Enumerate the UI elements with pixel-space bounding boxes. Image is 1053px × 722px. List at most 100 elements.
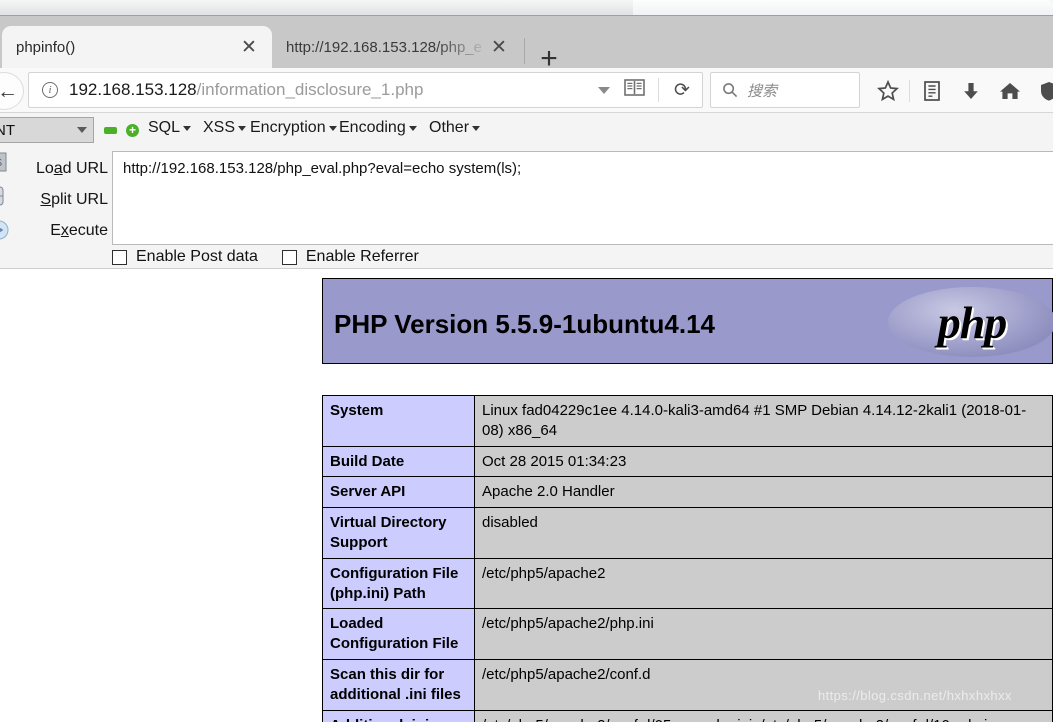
table-row: Build Date Oct 28 2015 01:34:23 [322, 445, 1053, 478]
download-icon[interactable] [951, 68, 990, 113]
checkbox-label: Enable Post data [136, 248, 258, 265]
star-icon[interactable] [868, 68, 907, 113]
table-value: disabled [474, 507, 1053, 559]
reload-icon[interactable]: ⟳ [662, 79, 702, 102]
php-version-title: PHP Version 5.5.9-1ubuntu4.14 [334, 309, 715, 339]
toolbar-divider [909, 79, 910, 102]
menu-encryption[interactable]: Encryption [250, 119, 337, 137]
menu-other[interactable]: Other [429, 119, 481, 137]
charset-select-value: NT [0, 121, 15, 139]
table-key: Additional .ini [322, 709, 475, 722]
enable-referrer-checkbox[interactable]: Enable Referrer [281, 248, 419, 266]
chevron-down-icon [328, 125, 337, 131]
url-path: /information_disclosure_1.php [196, 80, 424, 99]
menu-label: Encoding [339, 119, 406, 136]
table-key: Configuration File (php.ini) Path [322, 557, 475, 610]
chevron-down-icon [77, 127, 87, 133]
table-row: Loaded Configuration File /etc/php5/apac… [322, 608, 1053, 660]
table-key: System [322, 395, 475, 447]
url-host: 192.168.153.128 [69, 80, 197, 99]
hackbar-menu-row: NT + SQL XSS Encryption Encoding Other [0, 113, 1053, 147]
chevron-down-icon [472, 125, 481, 131]
menu-sql[interactable]: SQL [148, 119, 192, 137]
charset-select[interactable]: NT [0, 117, 94, 143]
close-icon[interactable]: ✕ [482, 30, 516, 64]
home-icon[interactable] [990, 68, 1029, 113]
phpinfo-table: System Linux fad04229c1ee 4.14.0-kali3-a… [322, 395, 1053, 722]
execute-button[interactable]: Ex ecute [14, 215, 114, 246]
php-logo-text: php [937, 296, 1008, 348]
table-key: Scan this dir for additional .ini files [322, 658, 475, 711]
tab-title: http://192.168.153.128/php_e [286, 38, 482, 56]
table-value: /etc/php5/apache2/conf.d/05-opcache.ini,… [474, 709, 1053, 722]
toolbar-icons [868, 68, 1053, 113]
table-row: Server API Apache 2.0 Handler [322, 476, 1053, 509]
phpinfo-banner: PHP Version 5.5.9-1ubuntu4.14 php [322, 278, 1053, 364]
table-value: /etc/php5/apache2/conf.d [474, 658, 1053, 711]
checkbox-box [112, 249, 127, 265]
table-key: Virtual Directory Support [322, 507, 475, 559]
reader-view-icon[interactable] [624, 78, 645, 102]
hackbar-toolbar: NT + SQL XSS Encryption Encoding Other L… [0, 113, 1053, 269]
library-icon[interactable] [912, 68, 951, 113]
address-bar-actions: ⟳ [598, 73, 702, 107]
chevron-down-icon [238, 125, 247, 131]
page-content: PHP Version 5.5.9-1ubuntu4.14 php System… [0, 269, 1053, 722]
address-bar-text: 192.168.153.128/information_disclosure_1… [69, 80, 423, 100]
tab-phpinfo[interactable]: phpinfo() ✕ [2, 26, 272, 69]
browser-window: phpinfo() ✕ http://192.168.153.128/php_e… [0, 0, 1053, 722]
shield-icon[interactable] [1029, 68, 1053, 113]
tab-title: phpinfo() [16, 38, 76, 56]
table-row: Configuration File (php.ini) Path /etc/p… [322, 557, 1053, 610]
menu-encoding[interactable]: Encoding [339, 119, 417, 137]
checkbox-box [281, 249, 297, 265]
load-url-icon[interactable]: S [0, 151, 10, 173]
plus-button[interactable]: + [126, 124, 139, 137]
table-value: /etc/php5/apache2/php.ini [474, 608, 1053, 660]
table-value: Apache 2.0 Handler [474, 476, 1053, 509]
php-logo: php [888, 287, 1053, 357]
chevron-down-icon[interactable] [598, 86, 610, 94]
table-key: Server API [322, 476, 475, 509]
enable-post-data-checkbox[interactable]: Enable Post data [112, 248, 258, 266]
close-icon[interactable]: ✕ [232, 30, 266, 64]
table-key: Build Date [322, 445, 475, 478]
window-titlebar [0, 0, 1053, 16]
search-bar[interactable]: 搜索 [710, 72, 860, 108]
menu-label: XSS [203, 119, 236, 136]
table-value: Oct 28 2015 01:34:23 [474, 445, 1053, 478]
tab-strip: phpinfo() ✕ http://192.168.153.128/php_e… [0, 16, 1053, 74]
titlebar-corner [633, 0, 1053, 15]
table-value: /etc/php5/apache2 [474, 557, 1053, 610]
tab-php-eval[interactable]: http://192.168.153.128/php_e ✕ [272, 26, 522, 68]
table-row: Scan this dir for additional .ini files … [322, 658, 1053, 711]
table-key: Loaded Configuration File [322, 608, 475, 660]
split-url-button[interactable]: Split URL [14, 184, 114, 215]
execute-icon[interactable] [0, 219, 10, 241]
menu-xss[interactable]: XSS [203, 119, 247, 137]
table-row: System Linux fad04229c1ee 4.14.0-kali3-a… [322, 395, 1053, 447]
minus-button[interactable] [104, 127, 117, 134]
navigation-toolbar: ← i 192.168.153.128/information_disclosu… [0, 68, 1053, 113]
table-value: Linux fad04229c1ee 4.14.0-kali3-amd64 #1… [474, 395, 1053, 447]
table-row: Virtual Directory Support disabled [322, 507, 1053, 559]
table-row: Additional .ini /etc/php5/apache2/conf.d… [322, 709, 1053, 722]
load-url-button[interactable]: Lo a d URL [14, 153, 114, 184]
hackbar-actions: Lo a d URL Split URL Ex ecute [14, 153, 114, 246]
hackbar-options: Enable Post data Enable Referrer [112, 245, 443, 269]
hackbar-action-icons: S [0, 151, 14, 253]
menu-label: Other [429, 119, 470, 136]
menu-label: SQL [148, 119, 181, 136]
search-placeholder: 搜索 [747, 81, 778, 100]
arrow-left-icon: ← [0, 79, 18, 103]
search-icon [722, 82, 738, 98]
hackbar-url-input[interactable]: http://192.168.153.128/php_eval.php?eval… [112, 151, 1053, 245]
chevron-down-icon [183, 125, 192, 131]
svg-text:S: S [0, 157, 2, 169]
back-button[interactable]: ← [0, 72, 24, 110]
info-icon[interactable]: i [42, 82, 58, 98]
tab-separator [524, 38, 525, 64]
split-url-icon[interactable] [0, 185, 10, 207]
menu-label: Encryption [250, 119, 326, 136]
address-bar[interactable]: i 192.168.153.128/information_disclosure… [28, 72, 703, 108]
